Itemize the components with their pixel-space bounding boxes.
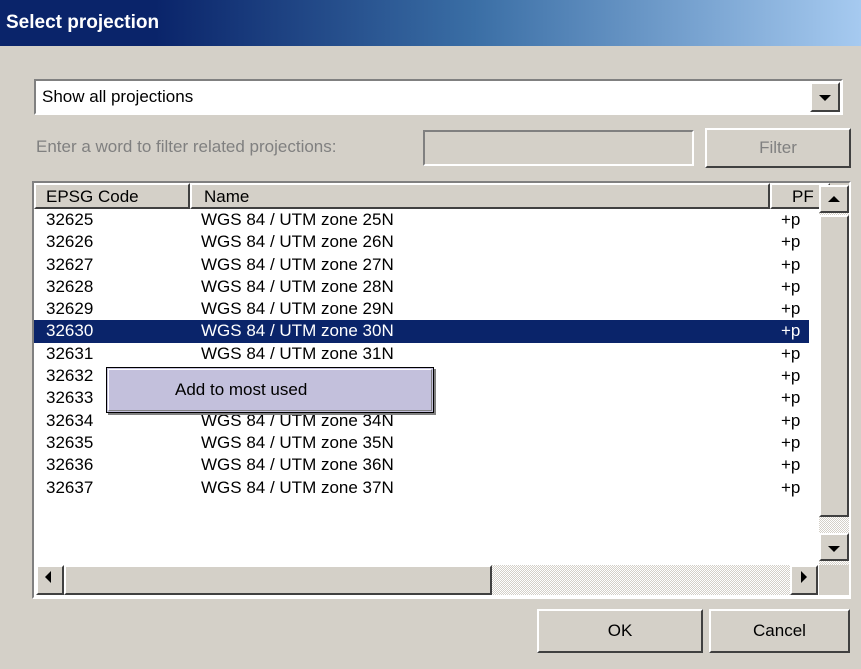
table-row[interactable]: 32631 WGS 84 / UTM zone 31N +p xyxy=(34,343,809,365)
proj-cell: +p xyxy=(781,210,801,229)
epsg-code-cell: 32630 xyxy=(46,321,94,341)
table-row[interactable]: 32636 WGS 84 / UTM zone 36N +p xyxy=(34,454,809,476)
list-header: EPSG Code Name PF xyxy=(34,183,849,209)
table-row[interactable]: 32634 WGS 84 / UTM zone 34N +p xyxy=(34,410,809,432)
proj-cell: +p xyxy=(781,232,801,252)
epsg-code-cell: 32628 xyxy=(46,276,94,296)
scroll-left-arrow-icon xyxy=(45,571,51,583)
proj-cell: +p xyxy=(781,410,801,430)
name-cell: WGS 84 / UTM zone 35N xyxy=(201,432,394,452)
epsg-code-cell: 32632 xyxy=(46,366,94,386)
proj-cell: +p xyxy=(781,477,801,497)
epsg-code-cell: 32635 xyxy=(46,432,94,452)
proj-cell: +p xyxy=(781,432,801,452)
proj-cell: +p xyxy=(781,388,801,408)
scroll-right-arrow-icon xyxy=(801,571,807,583)
vertical-scrollbar[interactable] xyxy=(819,185,849,565)
epsg-code-cell: 32636 xyxy=(46,455,94,475)
epsg-code-cell: 32631 xyxy=(46,343,94,363)
horizontal-scroll-thumb[interactable] xyxy=(64,565,492,595)
table-row[interactable]: 32630 WGS 84 / UTM zone 30N +p xyxy=(34,320,809,343)
epsg-code-cell: 32634 xyxy=(46,410,94,430)
proj-cell: +p xyxy=(781,276,801,296)
name-cell: WGS 84 / UTM zone 27N xyxy=(201,254,394,274)
proj-cell: +p xyxy=(781,366,801,386)
epsg-code-cell: 32637 xyxy=(46,477,94,497)
window-title: Select projection xyxy=(6,12,160,33)
scroll-up-arrow-icon xyxy=(828,196,840,202)
epsg-code-cell: 32626 xyxy=(46,232,94,252)
name-cell: WGS 84 / UTM zone 31N xyxy=(201,343,394,363)
ok-button[interactable]: OK xyxy=(537,609,703,653)
epsg-code-cell: 32627 xyxy=(46,254,94,274)
projection-filter-dropdown[interactable]: Show all projections xyxy=(34,79,843,115)
filter-button[interactable]: Filter xyxy=(705,128,851,168)
menu-item-add-to-most-used[interactable]: Add to most used xyxy=(108,369,432,411)
epsg-code-cell: 32633 xyxy=(46,388,94,408)
window-title-bar[interactable]: Select projection xyxy=(0,0,861,46)
name-cell: WGS 84 / UTM zone 29N xyxy=(201,299,394,319)
horizontal-scrollbar[interactable] xyxy=(36,565,818,595)
vertical-scroll-thumb[interactable] xyxy=(819,215,849,517)
context-menu: Add to most used xyxy=(106,367,434,413)
proj-cell: +p xyxy=(781,455,801,475)
table-row[interactable]: 32626 WGS 84 / UTM zone 26N +p xyxy=(34,231,809,253)
chevron-down-icon xyxy=(819,95,831,101)
filter-input[interactable] xyxy=(423,130,694,166)
filter-label: Enter a word to filter related projectio… xyxy=(36,137,337,156)
table-row[interactable]: 32628 WGS 84 / UTM zone 28N +p xyxy=(34,276,809,298)
proj-cell: +p xyxy=(781,321,801,341)
name-cell: WGS 84 / UTM zone 30N xyxy=(201,321,394,341)
table-row[interactable]: 32625 WGS 84 / UTM zone 25N +p xyxy=(34,209,809,231)
epsg-code-cell: 32625 xyxy=(46,210,94,229)
scroll-down-button[interactable] xyxy=(819,533,849,561)
name-cell: WGS 84 / UTM zone 28N xyxy=(201,276,394,296)
table-row[interactable]: 32627 WGS 84 / UTM zone 27N +p xyxy=(34,254,809,276)
column-header-name[interactable]: Name xyxy=(190,183,770,209)
proj-cell: +p xyxy=(781,343,801,363)
scroll-left-button[interactable] xyxy=(36,565,64,595)
projection-filter-value: Show all projections xyxy=(42,87,194,106)
cancel-button[interactable]: Cancel xyxy=(709,609,850,653)
table-row[interactable]: 32629 WGS 84 / UTM zone 29N +p xyxy=(34,298,809,320)
name-cell: WGS 84 / UTM zone 25N xyxy=(201,210,394,229)
name-cell: WGS 84 / UTM zone 36N xyxy=(201,455,394,475)
scroll-right-button[interactable] xyxy=(790,565,818,595)
column-header-epsg-code[interactable]: EPSG Code xyxy=(34,183,190,209)
epsg-code-cell: 32629 xyxy=(46,299,94,319)
dropdown-arrow-button[interactable] xyxy=(810,82,840,112)
proj-cell: +p xyxy=(781,299,801,319)
proj-cell: +p xyxy=(781,254,801,274)
name-cell: WGS 84 / UTM zone 26N xyxy=(201,232,394,252)
scrollbar-corner xyxy=(819,565,849,595)
table-row[interactable]: 32637 WGS 84 / UTM zone 37N +p xyxy=(34,477,809,499)
table-row[interactable]: 32635 WGS 84 / UTM zone 35N +p xyxy=(34,432,809,454)
name-cell: WGS 84 / UTM zone 37N xyxy=(201,477,394,497)
scroll-up-button[interactable] xyxy=(819,185,849,213)
scroll-down-arrow-icon xyxy=(828,546,840,552)
